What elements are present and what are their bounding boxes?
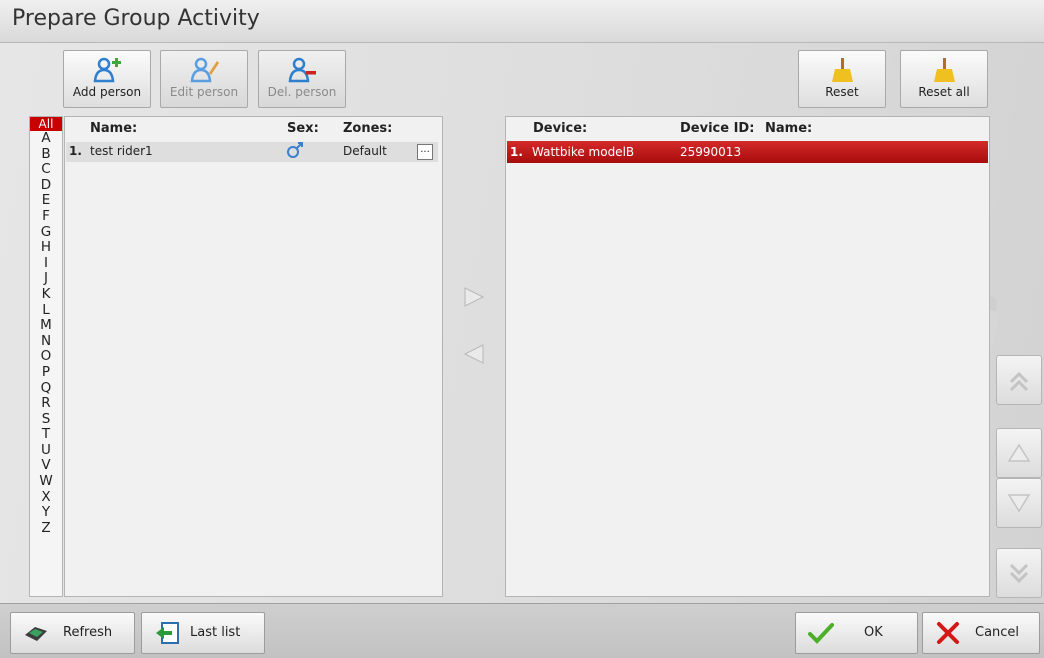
broom-icon	[832, 58, 853, 82]
reset-all-button[interactable]: Reset all	[900, 50, 988, 108]
del-person-label: Del. person	[267, 85, 337, 99]
cancel-button[interactable]: Cancel	[922, 612, 1040, 654]
alphabet-letter[interactable]: Q	[30, 380, 62, 397]
alphabet-letter[interactable]: G	[30, 224, 62, 241]
alphabet-letter[interactable]: J	[30, 271, 62, 287]
person-list[interactable]	[64, 116, 443, 597]
column-header-device-id: Device ID:	[680, 121, 755, 136]
move-top-button[interactable]	[996, 355, 1042, 405]
double-down-arrow-icon	[1009, 563, 1029, 584]
column-header-device: Device:	[533, 121, 588, 136]
alphabet-letter[interactable]: I	[30, 255, 62, 272]
move-bottom-button[interactable]	[996, 548, 1042, 598]
alphabet-letter[interactable]: L	[30, 302, 62, 319]
alphabet-letter[interactable]: D	[30, 177, 62, 194]
column-header-name: Name:	[90, 121, 138, 136]
edit-person-button[interactable]: Edit person	[160, 50, 248, 108]
delete-person-icon	[288, 57, 316, 83]
alphabet-letter[interactable]: H	[30, 240, 62, 256]
add-person-label: Add person	[72, 85, 142, 99]
device-row-device: Wattbike modelB	[532, 145, 635, 159]
down-arrow-icon	[1007, 494, 1031, 513]
column-header-sex: Sex:	[287, 121, 319, 136]
alphabet-letter[interactable]: O	[30, 349, 62, 365]
title-bar: Prepare Group Activity	[0, 0, 1044, 43]
refresh-label: Refresh	[63, 625, 113, 640]
device-row-id: 25990013	[680, 145, 742, 159]
person-row-index: 1.	[69, 144, 82, 158]
alphabet-letter[interactable]: X	[30, 489, 62, 506]
zones-more-button[interactable]: ...	[417, 144, 433, 160]
alphabet-letter[interactable]: A	[30, 130, 62, 147]
device-list[interactable]	[505, 116, 990, 597]
alphabet-letter[interactable]: S	[30, 411, 62, 428]
up-arrow-icon	[1007, 443, 1031, 462]
alphabet-letter[interactable]: K	[30, 286, 62, 303]
double-up-arrow-icon	[1009, 371, 1029, 392]
ok-button[interactable]: OK	[795, 612, 918, 654]
reset-all-label: Reset all	[918, 85, 970, 99]
alphabet-letter[interactable]: P	[30, 364, 62, 381]
edit-person-icon	[190, 57, 219, 83]
alphabet-letter[interactable]: N	[30, 333, 62, 350]
person-row-zones: Default	[343, 144, 387, 158]
refresh-button[interactable]: Refresh	[10, 612, 135, 654]
alphabet-letter[interactable]: Z	[30, 520, 62, 537]
cancel-label: Cancel	[975, 625, 1020, 640]
alphabet-letter[interactable]: B	[30, 146, 62, 163]
checkmark-icon	[808, 623, 834, 644]
move-right-arrow-icon[interactable]	[463, 286, 485, 308]
alphabet-filter: All A B C D E F G H I J K L M N O P Q R …	[29, 116, 63, 597]
refresh-device-icon	[25, 627, 47, 641]
alphabet-letter[interactable]: Y	[30, 505, 62, 521]
reset-label: Reset	[825, 85, 859, 99]
alphabet-letter[interactable]: T	[30, 427, 62, 443]
alphabet-all[interactable]: All	[30, 117, 62, 131]
male-icon	[287, 142, 303, 158]
reset-button[interactable]: Reset	[798, 50, 886, 108]
alphabet-letter[interactable]: C	[30, 162, 62, 178]
last-list-icon	[156, 622, 179, 644]
move-left-arrow-icon[interactable]	[463, 343, 485, 365]
alphabet-letter[interactable]: U	[30, 442, 62, 459]
add-person-icon	[93, 57, 121, 83]
broom-icon	[934, 58, 955, 82]
person-row-name: test rider1	[90, 144, 153, 158]
window-title: Prepare Group Activity	[12, 6, 260, 31]
add-person-button[interactable]: Add person	[63, 50, 151, 108]
last-list-button[interactable]: Last list	[141, 612, 265, 654]
del-person-button[interactable]: Del. person	[258, 50, 346, 108]
alphabet-letter[interactable]: F	[30, 208, 62, 225]
alphabet-letter[interactable]: W	[30, 473, 62, 490]
column-header-zones: Zones:	[343, 121, 393, 136]
move-up-button[interactable]	[996, 428, 1042, 478]
device-row-index: 1.	[510, 145, 523, 159]
alphabet-letter[interactable]: E	[30, 193, 62, 209]
close-icon	[937, 622, 959, 644]
alphabet-letter[interactable]: M	[30, 318, 62, 334]
last-list-label: Last list	[190, 625, 241, 640]
ok-label: OK	[864, 625, 883, 640]
alphabet-letter[interactable]: R	[30, 395, 62, 412]
alphabet-letter[interactable]: V	[30, 458, 62, 474]
column-header-device-name: Name:	[765, 121, 813, 136]
edit-person-label: Edit person	[169, 85, 239, 99]
move-down-button[interactable]	[996, 478, 1042, 528]
